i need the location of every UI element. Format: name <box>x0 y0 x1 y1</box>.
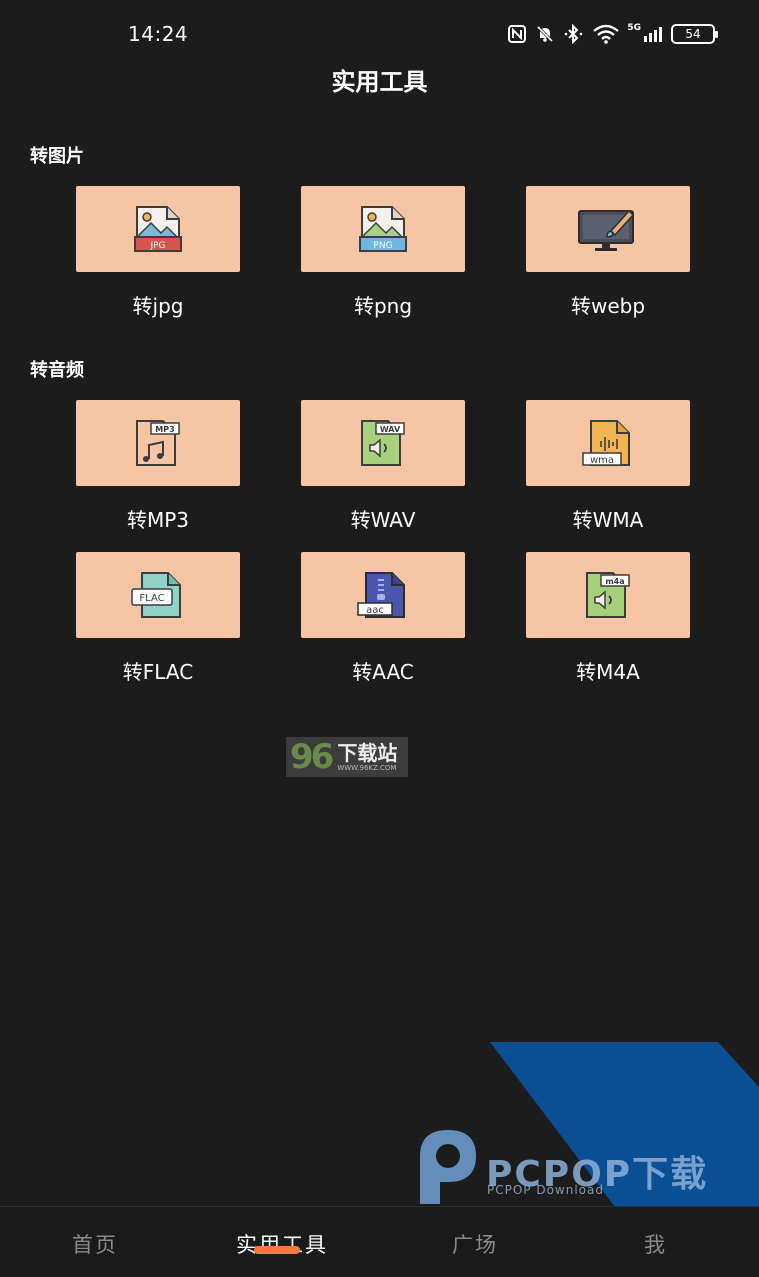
m4a-file-icon: m4a <box>586 572 630 618</box>
tool-label: 转FLAC <box>122 660 194 684</box>
svg-text:WAV: WAV <box>380 425 401 434</box>
svg-text:MP3: MP3 <box>155 425 174 434</box>
monitor-brush-icon <box>578 209 635 251</box>
svg-text:FLAC: FLAC <box>139 593 164 604</box>
tool-label: 转WMA <box>572 508 644 532</box>
nav-home[interactable]: 首页 <box>72 1229 118 1259</box>
tool-card[interactable]: FLAC <box>76 552 240 638</box>
nav-square[interactable]: 广场 <box>452 1229 498 1259</box>
tool-label: 转MP3 <box>126 508 190 532</box>
tool-card[interactable]: aac <box>301 552 465 638</box>
pcpop-watermark-sub: PCPOP Download <box>487 1183 604 1197</box>
page-title: 实用工具 <box>331 68 428 96</box>
tool-card[interactable]: PNG <box>301 186 465 272</box>
tool-to-wma[interactable]: wma 转WMA <box>526 400 690 533</box>
tool-to-wav[interactable]: WAV 转WAV <box>301 400 465 533</box>
tool-label: 转webp <box>570 294 646 318</box>
tool-label: 转png <box>353 294 413 318</box>
tool-to-aac[interactable]: aac 转AAC <box>301 552 465 685</box>
tool-card[interactable]: MP3 <box>76 400 240 486</box>
battery-indicator: 54 <box>671 24 718 44</box>
tool-to-png[interactable]: PNG 转png <box>301 186 465 319</box>
aac-file-icon: aac <box>357 572 405 618</box>
status-icons: 5G 54 <box>507 22 718 46</box>
section-title-audio: 转音频 <box>30 360 84 381</box>
watermark-96kz: 96 下载站 WWW.96KZ.COM <box>286 737 408 777</box>
svg-text:wma: wma <box>590 455 614 466</box>
tool-label: 转WAV <box>350 508 416 532</box>
tool-to-flac[interactable]: FLAC 转FLAC <box>76 552 240 685</box>
tool-label: 转M4A <box>576 660 640 684</box>
bottom-nav: 首页 实用工具 广场 我 <box>0 1206 759 1277</box>
tool-card[interactable]: wma <box>526 400 690 486</box>
nav-active-indicator <box>254 1246 300 1254</box>
jpg-image-icon: JPG <box>134 206 182 252</box>
mp3-file-icon: MP3 <box>136 420 180 466</box>
section-title-image: 转图片 <box>30 146 84 167</box>
png-image-icon: PNG <box>359 206 407 252</box>
wma-file-icon: wma <box>582 420 630 466</box>
status-bar: 14:24 5G 54 <box>0 0 759 68</box>
nav-me[interactable]: 我 <box>644 1229 667 1259</box>
status-time: 14:24 <box>128 22 189 46</box>
watermark-96-name: 下载站 <box>337 740 398 765</box>
tool-card[interactable] <box>526 186 690 272</box>
wifi-icon <box>593 24 620 44</box>
tool-label: 转AAC <box>352 660 414 684</box>
tool-to-mp3[interactable]: MP3 转MP3 <box>76 400 240 533</box>
watermark-96-url: WWW.96KZ.COM <box>337 763 397 772</box>
tool-to-m4a[interactable]: m4a 转M4A <box>526 552 690 685</box>
signal-bars-icon <box>644 27 662 42</box>
tool-card[interactable]: WAV <box>301 400 465 486</box>
svg-text:m4a: m4a <box>605 577 624 586</box>
pcpop-logo-icon <box>420 1130 476 1204</box>
svg-text:aac: aac <box>366 605 384 616</box>
watermark-96-number: 96 <box>290 737 334 777</box>
tool-to-jpg[interactable]: JPG 转jpg <box>76 186 240 319</box>
tool-card[interactable]: m4a <box>526 552 690 638</box>
signal-5g-label: 5G <box>627 22 641 33</box>
nav-tools[interactable]: 实用工具 <box>236 1229 328 1259</box>
svg-text:PNG: PNG <box>373 241 392 251</box>
wav-file-icon: WAV <box>361 420 405 466</box>
mute-bell-icon <box>537 25 554 43</box>
bluetooth-icon <box>565 24 583 44</box>
nfc-icon <box>508 25 527 43</box>
tool-to-webp[interactable]: 转webp <box>526 186 690 319</box>
tool-card[interactable]: JPG <box>76 186 240 272</box>
svg-text:JPG: JPG <box>149 241 165 251</box>
flac-file-icon: FLAC <box>131 572 181 618</box>
tool-label: 转jpg <box>132 294 184 318</box>
